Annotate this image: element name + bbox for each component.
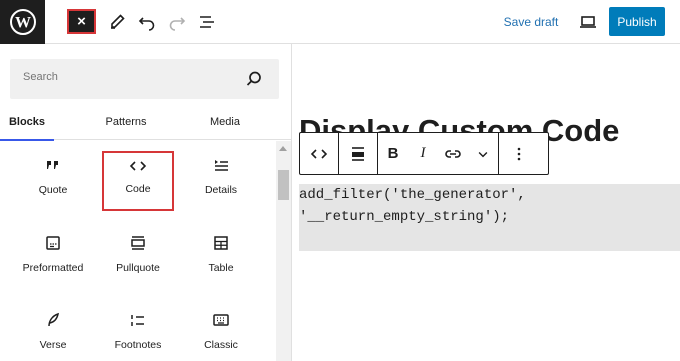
tab-blocks[interactable]: Blocks: [0, 104, 54, 141]
block-details[interactable]: Details: [183, 141, 259, 205]
redo-icon[interactable]: [166, 11, 188, 33]
document-overview-icon[interactable]: [196, 11, 218, 33]
block-label: Classic: [204, 339, 238, 351]
block-label: Table: [208, 262, 234, 274]
preview-desktop-icon[interactable]: [577, 12, 599, 32]
block-toolbar: B I: [299, 132, 549, 175]
block-label: Pullquote: [116, 262, 160, 274]
classic-icon: [211, 310, 231, 330]
code-line[interactable]: '__return_empty_string');: [299, 209, 509, 225]
block-table[interactable]: Table: [183, 219, 259, 283]
search-placeholder: Search: [23, 71, 58, 83]
scroll-thumb[interactable]: [278, 170, 289, 200]
code-icon: [128, 156, 148, 176]
block-quote[interactable]: Quote: [15, 141, 91, 205]
block-verse[interactable]: Verse: [15, 296, 91, 360]
block-label: Details: [204, 184, 238, 196]
pullquote-icon: [128, 233, 148, 253]
block-preformatted[interactable]: Preformatted: [15, 219, 91, 283]
more-rich-text-icon[interactable]: [468, 133, 498, 174]
code-block-type-icon[interactable]: [300, 133, 338, 174]
block-search-input[interactable]: Search: [10, 59, 279, 99]
align-icon[interactable]: [339, 133, 377, 174]
block-label: Quote: [38, 184, 68, 196]
details-icon: [211, 155, 231, 175]
editor-canvas: Display Custom Code B I add_filter('the_…: [293, 45, 680, 361]
block-footnotes[interactable]: Footnotes: [100, 296, 176, 360]
block-classic[interactable]: Classic: [183, 296, 259, 360]
options-icon[interactable]: [499, 133, 539, 174]
code-line[interactable]: add_filter('the_generator',: [299, 187, 526, 203]
block-label: Preformatted: [22, 262, 84, 274]
scroll-up-arrow-icon[interactable]: [279, 146, 287, 151]
publish-button[interactable]: Publish: [609, 7, 665, 36]
wordpress-logo-icon[interactable]: W: [0, 0, 45, 44]
footnotes-icon: [128, 310, 148, 330]
code-block[interactable]: add_filter('the_generator', '__return_em…: [299, 184, 680, 251]
italic-icon[interactable]: I: [408, 133, 438, 174]
preformatted-icon: [43, 233, 63, 253]
block-inserter-panel: Search Blocks Patterns Media Quote Code …: [0, 44, 292, 361]
bold-icon[interactable]: B: [378, 133, 408, 174]
table-icon: [211, 233, 231, 253]
inserter-scrollbar[interactable]: [276, 141, 291, 361]
tab-media[interactable]: Media: [195, 104, 255, 140]
verse-icon: [43, 310, 63, 330]
svg-text:W: W: [15, 15, 31, 32]
quote-icon: [43, 155, 63, 175]
editor-header: W × Save draft Publish: [0, 0, 680, 44]
block-label: Footnotes: [114, 339, 162, 351]
block-label: Verse: [39, 339, 67, 351]
search-icon: [246, 71, 261, 86]
block-code[interactable]: Code: [102, 151, 174, 211]
edit-pencil-icon[interactable]: [106, 11, 128, 33]
block-pullquote[interactable]: Pullquote: [100, 219, 176, 283]
link-icon[interactable]: [438, 133, 468, 174]
close-inserter-button[interactable]: ×: [67, 9, 96, 34]
undo-icon[interactable]: [136, 11, 158, 33]
block-label: Code: [125, 183, 151, 195]
save-draft-button[interactable]: Save draft: [497, 12, 565, 32]
tab-patterns[interactable]: Patterns: [90, 104, 162, 140]
inserter-tabs: Blocks Patterns Media: [0, 104, 291, 141]
block-grid: Quote Code Details Preformatted Pullquot…: [0, 141, 276, 361]
